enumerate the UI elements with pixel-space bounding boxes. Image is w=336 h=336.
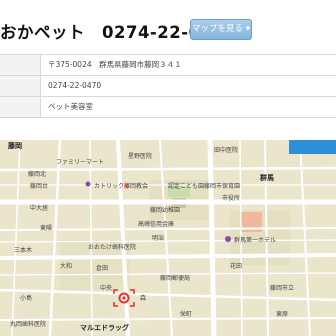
map-label: 中大居: [30, 204, 48, 212]
map-label: 田中医院: [214, 146, 238, 154]
map-label: 明治: [152, 234, 164, 242]
map-label: 栄町: [180, 310, 192, 318]
map-canvas[interactable]: 藤岡 星野医院 カトリック藤岡教会 認定こども園藤岡市保育園 藤岡幼稚園 おおた…: [0, 140, 336, 336]
map-label: ファミリーマート: [56, 159, 104, 166]
map-label: 中央: [100, 284, 112, 292]
map-view[interactable]: 藤岡 星野医院 カトリック藤岡教会 認定こども園藤岡市保育園 藤岡幼稚園 おおた…: [0, 140, 336, 336]
poi-icon: [125, 184, 129, 188]
map-label: 森: [140, 294, 146, 302]
map-label: 三本木: [14, 246, 32, 254]
map-label: 認定こども園藤岡市保育園: [168, 182, 240, 190]
map-label: 花田: [230, 262, 242, 270]
map-label: おおたけ歯科医院: [88, 243, 136, 251]
hotel-icon: [225, 236, 231, 242]
address-label-cell: [0, 55, 41, 75]
address-row: 〒375-0024 群馬県藤岡市藤岡３４１: [0, 55, 336, 76]
map-label: 東原: [276, 310, 288, 318]
category-row: ペット美容室: [0, 97, 336, 118]
view-map-button[interactable]: マップを見る ▾: [190, 19, 252, 40]
map-label: カトリック藤岡教会: [94, 182, 148, 190]
map-label: 小島: [20, 294, 32, 302]
phone-row: 0274-22-0470: [0, 76, 336, 97]
map-label: 倉田: [96, 264, 108, 272]
info-table: 〒375-0024 群馬県藤岡市藤岡３４１ 0274-22-0470 ペット美容…: [0, 54, 336, 118]
category-value: ペット美容室: [48, 102, 93, 111]
map-label: 大和: [60, 262, 72, 270]
page-header: おかペット 0274-22-0470 マップを見る ▾: [0, 0, 336, 60]
map-label: 藤岡幼稚園: [150, 206, 180, 214]
map-toolbar-bar[interactable]: [289, 140, 336, 154]
map-label: 藤岡台: [30, 182, 48, 190]
map-label: 東陽: [40, 224, 52, 232]
map-label: マルエドラッグ: [80, 323, 129, 332]
marker-center-icon: [122, 296, 126, 300]
map-label: 群馬第一ホテル: [234, 236, 276, 244]
phone-label-cell: [0, 76, 41, 96]
address-value: 〒375-0024 群馬県藤岡市藤岡３４１: [48, 60, 182, 69]
phone-value: 0274-22-0470: [48, 81, 102, 90]
church-icon: [85, 181, 91, 187]
map-label: 丸岡歯科医院: [10, 320, 46, 328]
map-label: 星野医院: [128, 152, 152, 160]
map-label: 高崎信用金庫: [138, 220, 174, 228]
map-label: 群馬: [260, 173, 274, 182]
map-label: 藤岡郵便局: [160, 274, 190, 282]
map-label: 市役所: [222, 194, 240, 202]
map-label: 藤岡: [7, 141, 22, 150]
map-label: 藤岡市立: [270, 284, 294, 292]
category-label-cell: [0, 97, 41, 117]
map-label: 藤岡北: [28, 170, 46, 178]
